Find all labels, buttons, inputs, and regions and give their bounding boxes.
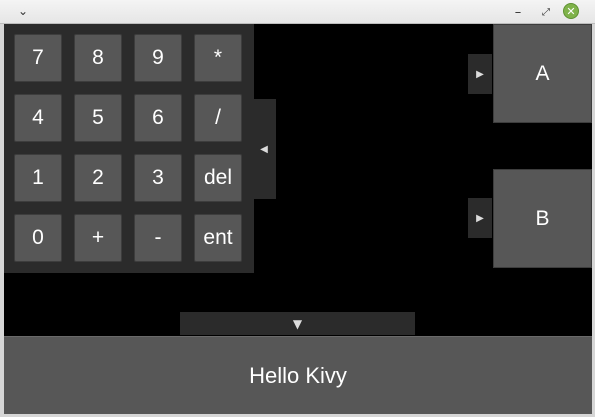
expand-a-tab[interactable]: ▶ <box>468 54 492 94</box>
triangle-left-icon: ◀ <box>260 143 268 155</box>
hello-kivy-button[interactable]: Hello Kivy <box>4 336 592 414</box>
key-enter[interactable]: ent <box>194 214 242 262</box>
collapse-left-tab[interactable]: ◀ <box>252 99 276 199</box>
key-6[interactable]: 6 <box>134 94 182 142</box>
key-1[interactable]: 1 <box>14 154 62 202</box>
chevron-down-icon[interactable]: ⌄ <box>14 2 32 20</box>
key-multiply[interactable]: * <box>194 34 242 82</box>
key-5[interactable]: 5 <box>74 94 122 142</box>
keypad-panel: 7 8 9 * 4 5 6 / 1 2 3 del 0 + - ent <box>4 24 254 273</box>
key-0[interactable]: 0 <box>14 214 62 262</box>
key-delete[interactable]: del <box>194 154 242 202</box>
key-7[interactable]: 7 <box>14 34 62 82</box>
key-plus[interactable]: + <box>74 214 122 262</box>
minimize-icon[interactable]: – <box>509 3 527 21</box>
expand-b-tab[interactable]: ▶ <box>468 198 492 238</box>
triangle-right-icon: ▶ <box>476 68 484 80</box>
key-divide[interactable]: / <box>194 94 242 142</box>
key-8[interactable]: 8 <box>74 34 122 82</box>
b-button[interactable]: B <box>493 169 592 268</box>
key-2[interactable]: 2 <box>74 154 122 202</box>
key-4[interactable]: 4 <box>14 94 62 142</box>
triangle-down-icon: ▼ <box>292 316 303 331</box>
maximize-icon[interactable]: ⤢ <box>537 3 555 21</box>
a-button[interactable]: A <box>493 24 592 123</box>
triangle-right-icon: ▶ <box>476 212 484 224</box>
app-canvas: 7 8 9 * 4 5 6 / 1 2 3 del 0 + - ent ◀ ▶ … <box>4 24 592 414</box>
window-titlebar: ⌄ – ⤢ ✕ <box>0 0 595 24</box>
close-icon[interactable]: ✕ <box>563 3 579 19</box>
key-9[interactable]: 9 <box>134 34 182 82</box>
collapse-down-tab[interactable]: ▼ <box>180 312 415 335</box>
key-minus[interactable]: - <box>134 214 182 262</box>
key-3[interactable]: 3 <box>134 154 182 202</box>
